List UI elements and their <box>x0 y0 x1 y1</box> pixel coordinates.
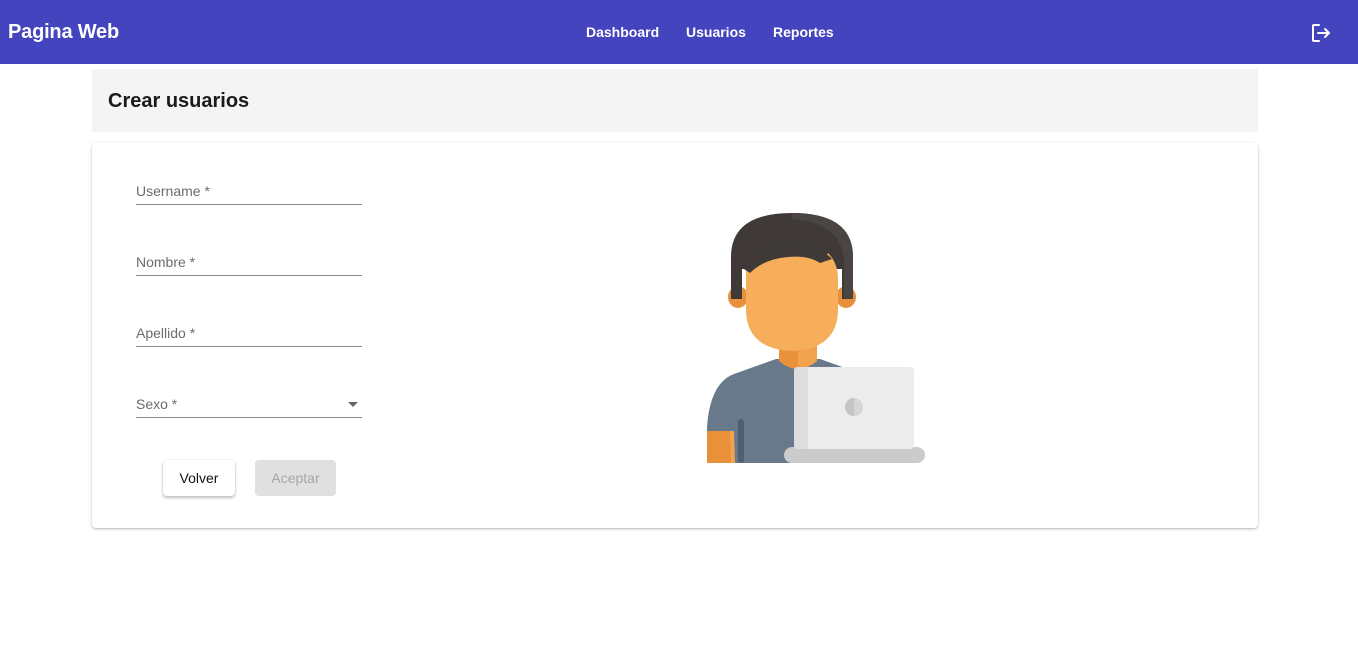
nav-dashboard[interactable]: Dashboard <box>586 22 659 42</box>
sexo-label: Sexo * <box>136 396 178 412</box>
page-title: Crear usuarios <box>108 90 250 112</box>
logout-icon[interactable] <box>1309 21 1333 45</box>
page-title-bar: Crear usuarios <box>92 69 1258 132</box>
dropdown-arrow-icon[interactable] <box>348 402 358 407</box>
username-field[interactable]: Username * <box>136 174 362 205</box>
aceptar-button[interactable]: Aceptar <box>255 460 336 496</box>
volver-button[interactable]: Volver <box>163 460 235 496</box>
nombre-label: Nombre * <box>136 254 196 270</box>
sexo-select[interactable]: Sexo * <box>136 387 362 418</box>
user-at-laptop-illustration <box>704 209 930 463</box>
brand-title[interactable]: Pagina Web <box>8 19 119 45</box>
nav-reportes[interactable]: Reportes <box>773 22 834 42</box>
top-navbar: Pagina Web Dashboard Usuarios Reportes <box>0 0 1358 64</box>
create-user-card: Username * Nombre * Apellido * Sexo * Vo… <box>92 143 1258 528</box>
username-label: Username * <box>136 183 210 199</box>
apellido-field[interactable]: Apellido * <box>136 316 362 347</box>
apellido-label: Apellido * <box>136 325 196 341</box>
nombre-field[interactable]: Nombre * <box>136 245 362 276</box>
nav-usuarios[interactable]: Usuarios <box>686 22 746 42</box>
